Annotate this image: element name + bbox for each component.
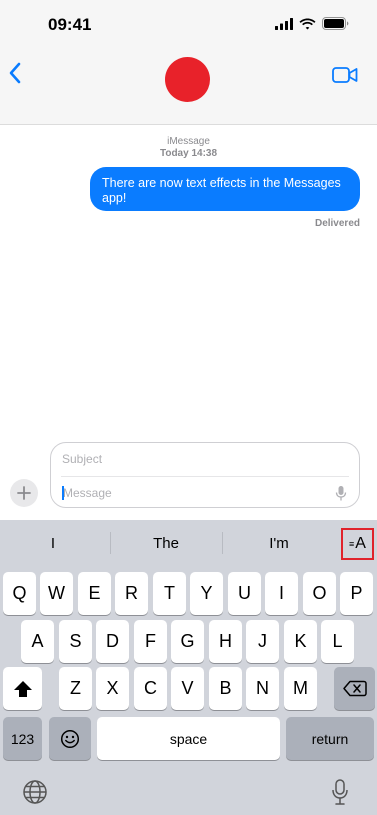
dictation-button[interactable] bbox=[335, 485, 347, 502]
key-q[interactable]: Q bbox=[3, 572, 36, 615]
key-u[interactable]: U bbox=[228, 572, 261, 615]
key-b[interactable]: B bbox=[209, 667, 242, 710]
predictive-text-bar: I The I'm ≡ A bbox=[0, 520, 377, 566]
delete-key[interactable] bbox=[334, 667, 375, 710]
plus-icon bbox=[17, 486, 31, 500]
prediction-3[interactable]: I'm bbox=[234, 535, 324, 552]
space-key[interactable]: space bbox=[97, 717, 280, 760]
microphone-icon bbox=[332, 779, 348, 805]
key-o[interactable]: O bbox=[303, 572, 336, 615]
prediction-divider bbox=[110, 532, 111, 554]
key-f[interactable]: F bbox=[134, 620, 167, 663]
key-r[interactable]: R bbox=[115, 572, 148, 615]
shift-arrow-icon bbox=[13, 680, 32, 697]
message-composer: Subject bbox=[50, 442, 360, 508]
apps-plus-button[interactable] bbox=[10, 479, 38, 507]
message-input[interactable] bbox=[61, 482, 321, 504]
key-c[interactable]: C bbox=[134, 667, 167, 710]
back-button[interactable] bbox=[8, 62, 36, 92]
service-label: iMessage bbox=[167, 136, 210, 147]
key-d[interactable]: D bbox=[96, 620, 129, 663]
key-n[interactable]: N bbox=[246, 667, 279, 710]
text-format-icon: ≡ bbox=[349, 539, 355, 549]
wifi-icon bbox=[299, 18, 316, 29]
prediction-divider bbox=[222, 532, 223, 554]
video-camera-icon bbox=[332, 67, 358, 83]
conversation-meta: iMessage Today 14:38 bbox=[0, 136, 377, 160]
key-w[interactable]: W bbox=[40, 572, 73, 615]
key-m[interactable]: M bbox=[284, 667, 317, 710]
prediction-1[interactable]: I bbox=[8, 535, 98, 552]
key-a[interactable]: A bbox=[21, 620, 54, 663]
key-x[interactable]: X bbox=[96, 667, 129, 710]
prediction-2[interactable]: The bbox=[121, 535, 211, 552]
battery-icon bbox=[322, 17, 349, 30]
key-v[interactable]: V bbox=[171, 667, 204, 710]
key-l[interactable]: L bbox=[321, 620, 354, 663]
return-key[interactable]: return bbox=[286, 717, 374, 760]
numbers-key[interactable]: 123 bbox=[3, 717, 42, 760]
status-time: 09:41 bbox=[48, 15, 92, 34]
cellular-signal-icon bbox=[275, 17, 293, 30]
sent-message-bubble[interactable]: There are now text effects in the Messag… bbox=[90, 167, 360, 211]
key-y[interactable]: Y bbox=[190, 572, 223, 615]
key-g[interactable]: G bbox=[171, 620, 204, 663]
key-j[interactable]: J bbox=[246, 620, 279, 663]
delete-backspace-icon bbox=[342, 680, 367, 697]
key-t[interactable]: T bbox=[153, 572, 186, 615]
chevron-left-icon bbox=[9, 62, 21, 84]
microphone-icon bbox=[335, 486, 347, 501]
key-s[interactable]: S bbox=[59, 620, 92, 663]
key-e[interactable]: E bbox=[78, 572, 111, 615]
key-i[interactable]: I bbox=[265, 572, 298, 615]
keyboard-dictation-button[interactable] bbox=[331, 779, 349, 806]
text-effects-button[interactable]: ≡ A bbox=[341, 528, 374, 560]
contact-avatar[interactable] bbox=[165, 57, 210, 102]
delivery-status: Delivered bbox=[314, 218, 360, 229]
composer-divider bbox=[61, 476, 349, 477]
keyboard: I The I'm ≡ A QWERTYUIOPASDFGHJKLZXCVBNM … bbox=[0, 520, 377, 815]
text-caret bbox=[62, 486, 64, 500]
status-icons bbox=[275, 17, 349, 30]
shift-key[interactable] bbox=[3, 667, 42, 710]
subject-field[interactable]: Subject bbox=[62, 452, 102, 466]
key-h[interactable]: H bbox=[209, 620, 242, 663]
key-z[interactable]: Z bbox=[59, 667, 92, 710]
conversation-header: 09:41 bbox=[0, 0, 377, 125]
emoji-smiley-icon bbox=[60, 729, 80, 748]
globe-button[interactable] bbox=[22, 779, 48, 805]
text-effects-label: A bbox=[355, 535, 366, 552]
emoji-key[interactable] bbox=[49, 717, 91, 760]
message-timestamp: Today 14:38 bbox=[159, 148, 218, 159]
facetime-video-button[interactable] bbox=[332, 66, 360, 88]
globe-icon bbox=[23, 780, 47, 804]
key-k[interactable]: K bbox=[284, 620, 317, 663]
key-p[interactable]: P bbox=[340, 572, 373, 615]
